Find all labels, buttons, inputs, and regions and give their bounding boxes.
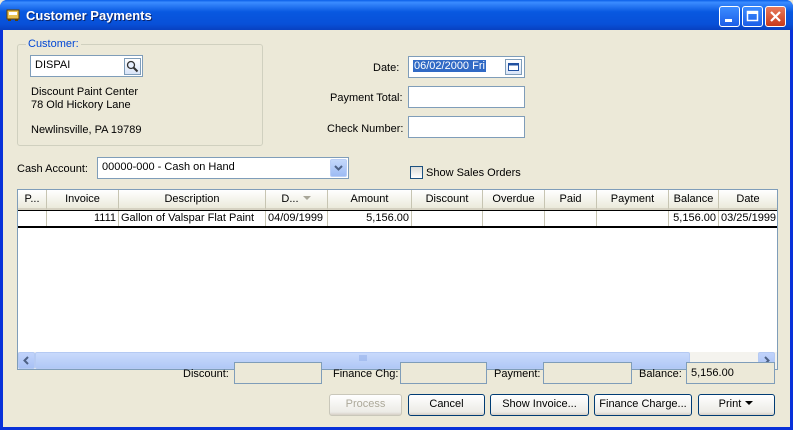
- customer-id-value: DISPAI: [35, 59, 71, 71]
- cell-amount[interactable]: 5,156.00: [328, 211, 412, 226]
- title-bar[interactable]: Customer Payments: [0, 0, 793, 30]
- customer-lookup-button[interactable]: [124, 58, 141, 75]
- check-number-label: Check Number:: [327, 123, 404, 135]
- table-row[interactable]: 1111 Gallon of Valspar Flat Paint 04/09/…: [18, 210, 777, 228]
- column-header-paid[interactable]: Paid: [545, 190, 597, 210]
- horizontal-scrollbar[interactable]: [18, 352, 777, 369]
- finance-chg-field: [400, 362, 487, 384]
- column-header-payment[interactable]: Payment: [597, 190, 669, 210]
- print-button-label: Print: [718, 398, 742, 410]
- calendar-button[interactable]: [505, 59, 522, 75]
- chevron-left-icon: [23, 356, 29, 365]
- magnifier-icon: [126, 60, 139, 73]
- chevron-down-icon: [334, 165, 343, 171]
- cell-overdue[interactable]: [483, 211, 545, 226]
- finance-chg-label: Finance Chg:: [333, 368, 399, 380]
- customer-group-label: Customer:: [26, 38, 81, 50]
- show-sales-orders-label[interactable]: Show Sales Orders: [426, 167, 521, 179]
- cell-description[interactable]: Gallon of Valspar Flat Paint: [119, 211, 266, 226]
- maximize-button[interactable]: [742, 6, 763, 27]
- column-header-amount[interactable]: Amount: [328, 190, 412, 210]
- close-icon: [770, 11, 781, 22]
- check-number-input[interactable]: [408, 116, 525, 138]
- customer-name: Discount Paint Center: [31, 86, 138, 98]
- app-icon: [6, 9, 20, 21]
- column-header-p[interactable]: P...: [18, 190, 47, 210]
- show-sales-orders-checkbox[interactable]: [410, 166, 423, 179]
- date-label: Date:: [373, 62, 400, 74]
- customer-address: 78 Old Hickory Lane: [31, 99, 131, 111]
- invoice-grid[interactable]: P... Invoice Description D... Amount Dis…: [17, 189, 778, 370]
- cash-account-value: 00000-000 - Cash on Hand: [102, 161, 235, 173]
- sort-down-icon: [302, 196, 311, 200]
- dialog-body: Customer: DISPAI Discount Paint Center 7…: [3, 30, 790, 427]
- finance-charge-button[interactable]: Finance Charge...: [594, 394, 692, 416]
- column-header-discount[interactable]: Discount: [412, 190, 483, 210]
- column-header-due-date-label: D...: [281, 193, 299, 205]
- date-value: 06/02/2000 Fri: [413, 60, 486, 72]
- window-title: Customer Payments: [26, 8, 152, 23]
- balance-value: 5,156.00: [691, 367, 734, 379]
- cell-p[interactable]: [18, 211, 47, 226]
- cash-account-select[interactable]: 00000-000 - Cash on Hand: [97, 157, 349, 179]
- print-button[interactable]: Print: [698, 394, 775, 416]
- payment-label: Payment:: [494, 368, 541, 380]
- cell-invoice[interactable]: 1111: [47, 211, 119, 226]
- cell-date[interactable]: 03/25/1999: [719, 211, 777, 226]
- column-header-description[interactable]: Description: [119, 190, 266, 210]
- discount-field: [234, 362, 322, 384]
- customer-city-state-zip: Newlinsville, PA 19789: [31, 124, 142, 136]
- column-header-due-date[interactable]: D...: [266, 190, 328, 210]
- maximize-icon: [746, 10, 759, 22]
- scroll-left-button[interactable]: [18, 352, 35, 369]
- cell-payment[interactable]: [597, 211, 669, 226]
- cell-discount[interactable]: [412, 211, 483, 226]
- calendar-icon: [508, 63, 519, 71]
- show-invoice-button[interactable]: Show Invoice...: [490, 394, 589, 416]
- balance-label: Balance:: [639, 368, 682, 380]
- payment-total-input[interactable]: [408, 86, 525, 108]
- cash-account-label: Cash Account:: [17, 163, 88, 175]
- cell-due-date[interactable]: 04/09/1999: [266, 211, 328, 226]
- column-header-date[interactable]: Date: [719, 190, 777, 210]
- cash-account-dropdown-button[interactable]: [330, 159, 347, 177]
- discount-label: Discount:: [183, 368, 229, 380]
- minimize-button[interactable]: [719, 6, 740, 27]
- column-header-balance[interactable]: Balance: [669, 190, 719, 210]
- cancel-button[interactable]: Cancel: [408, 394, 485, 416]
- column-header-invoice[interactable]: Invoice: [47, 190, 119, 210]
- payment-total-label: Payment Total:: [330, 92, 403, 104]
- process-button[interactable]: Process: [329, 394, 402, 416]
- minimize-icon: [725, 19, 732, 22]
- cell-balance[interactable]: 5,156.00: [669, 211, 719, 226]
- grip-icon: [359, 355, 366, 361]
- dropdown-arrow-icon: [745, 401, 754, 405]
- balance-field: 5,156.00: [686, 362, 775, 384]
- customer-payments-window: Customer Payments Customer: DISPAI Disco…: [0, 0, 793, 430]
- payment-field: [543, 362, 632, 384]
- column-header-overdue[interactable]: Overdue: [483, 190, 545, 210]
- cell-paid[interactable]: [545, 211, 597, 226]
- close-button[interactable]: [765, 6, 786, 27]
